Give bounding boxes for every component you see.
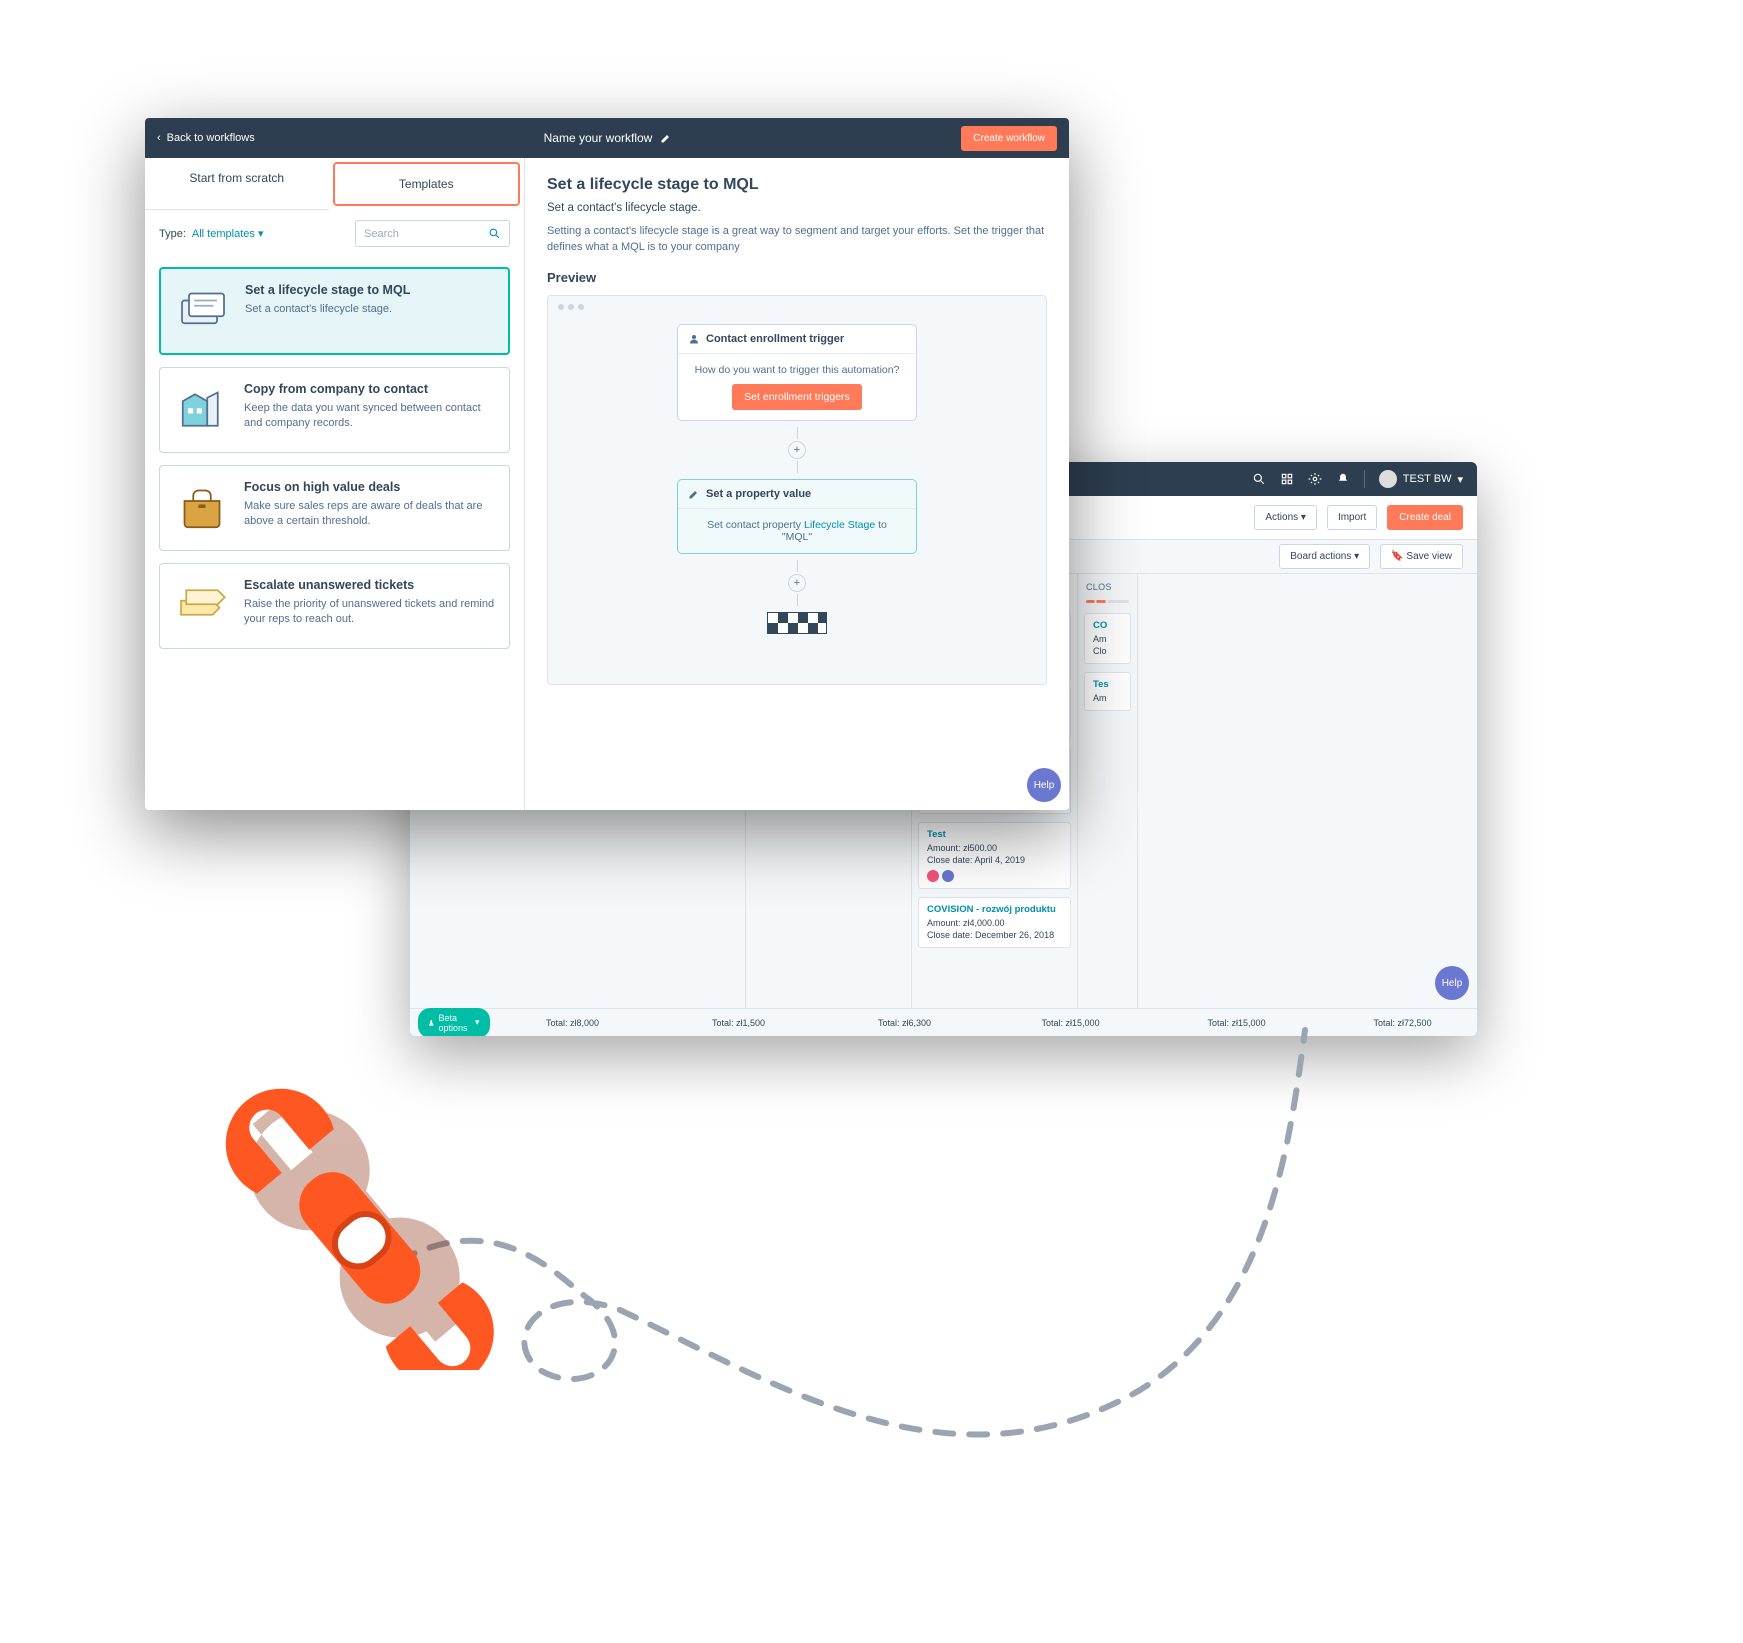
preview-canvas: Contact enrollment trigger How do you wa… [547,295,1047,685]
workflow-window: ‹ Back to workflows Name your workflow C… [145,118,1069,810]
enrollment-trigger-step[interactable]: Contact enrollment trigger How do you wa… [677,324,917,421]
save-view-button[interactable]: 🔖 Save view [1380,544,1463,569]
template-title: Focus on high value deals [244,480,495,494]
template-desc: Keep the data you want synced between co… [244,401,495,432]
deal-card[interactable]: TestAmount: zł500.00Close date: April 4,… [918,822,1071,889]
decorative-path [170,1020,1430,1540]
workflow-preview-panel: Set a lifecycle stage to MQL Set a conta… [525,158,1069,810]
deal-amount: Am [1093,633,1122,645]
owner-chip [942,870,954,882]
add-step-button[interactable]: + [788,441,806,459]
edit-icon[interactable] [660,132,672,144]
tab-start-from-scratch[interactable]: Start from scratch [145,158,329,210]
deal-close-date: Close date: April 4, 2019 [927,854,1062,866]
set-enrollment-triggers-button[interactable]: Set enrollment triggers [732,384,862,410]
preview-label: Preview [547,270,1047,285]
type-filter[interactable]: All templates ▾ [192,227,264,240]
board-actions-button[interactable]: Board actions ▾ [1279,544,1370,569]
deal-close-date: Close date: December 26, 2018 [927,929,1062,941]
user-label: TEST BW [1403,473,1452,485]
template-desc: Make sure sales reps are aware of deals … [244,499,495,530]
deal-card[interactable]: COVISION - rozwój produktuAmount: zł4,00… [918,897,1071,948]
deals-footer: Beta options ▾ Total: zł8,000Total: zł1,… [410,1008,1477,1036]
help-button[interactable]: Help [1027,768,1061,802]
deal-card[interactable]: COAm Clo [1084,613,1131,664]
set-property-step[interactable]: Set a property value Set contact propert… [677,479,917,554]
column-total: Total: zł1,500 [656,1018,822,1028]
search-input[interactable]: Search [355,220,510,247]
workflow-topbar: ‹ Back to workflows Name your workflow C… [145,118,1069,158]
template-title: Copy from company to contact [244,382,495,396]
deal-card[interactable]: TesAm [1084,672,1131,711]
lifecycle-stage-link[interactable]: Lifecycle Stage [804,519,875,531]
template-desc: Raise the priority of unanswered tickets… [244,597,495,628]
deal-column: CLOSCOAm Clo TesAm [1078,574,1138,1008]
notifications-icon[interactable] [1336,472,1350,486]
preview-description: Setting a contact's lifecycle stage is a… [547,224,1047,256]
template-card[interactable]: Copy from company to contact Keep the da… [159,367,510,453]
import-button[interactable]: Import [1327,505,1377,530]
template-title: Set a lifecycle stage to MQL [245,283,410,297]
deal-close-date: Clo [1093,645,1122,657]
deal-title: CO [1093,620,1122,633]
create-workflow-button[interactable]: Create workflow [961,126,1057,151]
add-step-button[interactable]: + [788,574,806,592]
actions-button[interactable]: Actions ▾ [1254,505,1317,530]
deal-amount: Am [1093,692,1122,704]
window-dots [548,296,1046,318]
wrench-icon [200,1070,500,1370]
column-total: Total: zł6,300 [822,1018,988,1028]
workflow-left-panel: Start from scratch Templates Type: All t… [145,158,525,810]
end-icon [767,612,827,634]
column-header: CLOS [1078,574,1137,600]
owner-chip [927,870,939,882]
workflow-title[interactable]: Name your workflow [544,131,673,145]
template-card[interactable]: Escalate unanswered tickets Raise the pr… [159,563,510,649]
template-desc: Set a contact's lifecycle stage. [245,302,410,317]
template-card[interactable]: Set a lifecycle stage to MQL Set a conta… [159,267,510,355]
deal-title: Test [927,829,1062,842]
search-icon [488,227,501,240]
marketplace-icon[interactable] [1280,472,1294,486]
template-icon [175,283,231,339]
search-icon[interactable] [1252,472,1266,486]
preview-subtitle: Set a contact's lifecycle stage. [547,202,1047,214]
deal-amount: Amount: zł4,000.00 [927,917,1062,929]
settings-icon[interactable] [1308,472,1322,486]
back-to-workflows-link[interactable]: ‹ Back to workflows [157,132,255,144]
avatar [1379,470,1397,488]
template-icon [174,578,230,634]
column-total: Total: zł15,000 [988,1018,1154,1028]
user-menu[interactable]: TEST BW ▾ [1379,470,1463,488]
template-icon [174,382,230,438]
deal-title: Tes [1093,679,1122,692]
create-deal-button[interactable]: Create deal [1387,505,1463,530]
type-label: Type: [159,228,186,240]
column-total: Total: zł15,000 [1154,1018,1320,1028]
preview-heading: Set a lifecycle stage to MQL [547,176,1047,194]
template-title: Escalate unanswered tickets [244,578,495,592]
chevron-down-icon: ▾ [1457,473,1463,486]
deal-title: COVISION - rozwój produktu [927,904,1062,917]
template-icon [174,480,230,536]
column-total: Total: zł72,500 [1320,1018,1477,1028]
deal-amount: Amount: zł500.00 [927,842,1062,854]
help-button[interactable]: Help [1435,966,1469,1000]
chevron-left-icon: ‹ [157,132,161,144]
template-card[interactable]: Focus on high value deals Make sure sale… [159,465,510,551]
beta-options-button[interactable]: Beta options ▾ [418,1008,490,1037]
column-total: Total: zł8,000 [490,1018,656,1028]
tab-templates[interactable]: Templates [333,162,521,206]
